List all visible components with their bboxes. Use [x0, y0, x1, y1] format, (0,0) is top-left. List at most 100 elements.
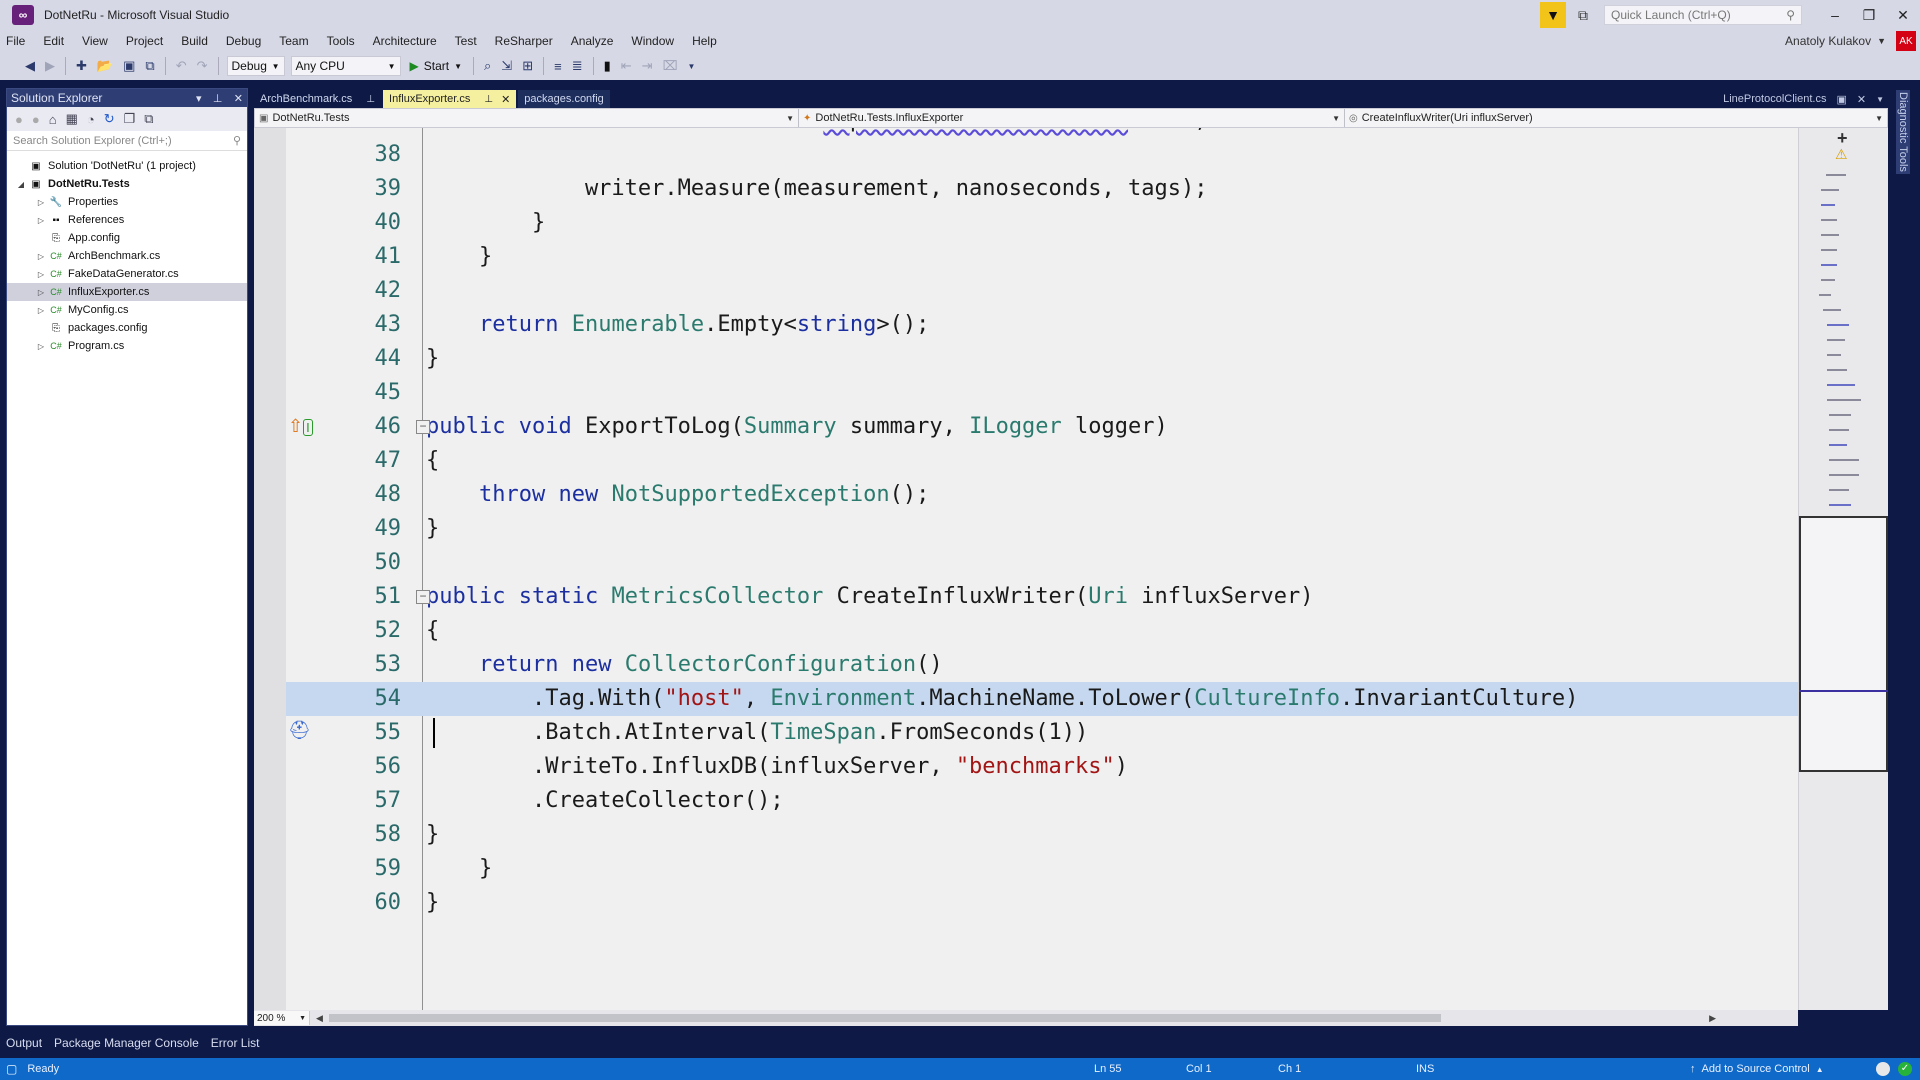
close-button[interactable]: ✕ [1886, 7, 1920, 24]
menu-help[interactable]: Help [683, 34, 726, 48]
previous-bookmark-icon[interactable]: ⇤ [621, 58, 632, 74]
toolbar-overflow-icon[interactable]: ▼ [688, 62, 696, 71]
menu-project[interactable]: Project [117, 34, 172, 48]
tree-item[interactable]: ▷ C# InfluxExporter.cs [7, 283, 247, 301]
scroll-left-icon[interactable]: ◀ [316, 1013, 323, 1024]
user-account[interactable]: Anatoly Kulakov ▼ AK [1785, 30, 1920, 52]
code-line[interactable]: 46 public void ExportToLog(Summary summar… [286, 410, 1798, 444]
horizontal-scroll-thumb[interactable] [328, 1014, 1441, 1022]
solution-platform-select[interactable]: Any CPU ▼ [290, 56, 401, 76]
scroll-right-icon[interactable]: ▶ [1709, 1013, 1716, 1024]
code-line[interactable]: 44} [286, 342, 1798, 376]
code-line[interactable]: 49} [286, 512, 1798, 546]
zoom-level-select[interactable]: 200 % ▼ [254, 1011, 310, 1025]
avatar[interactable]: AK [1896, 31, 1916, 51]
collapsed-arrow-icon[interactable]: ▷ [35, 216, 47, 225]
notifications-icon[interactable] [1876, 1058, 1890, 1080]
horizontal-scrollbar[interactable]: 200 % ▼ ◀ ▶ [254, 1010, 1798, 1026]
collapse-region-icon[interactable]: − [416, 590, 430, 604]
pin-icon[interactable]: ⊥ [484, 94, 493, 105]
tree-item[interactable]: ▷ C# Program.cs [7, 337, 247, 355]
code-line[interactable]: 56 .WriteTo.InfluxDB(influxServer, "benc… [286, 750, 1798, 784]
code-line[interactable]: 52 { [286, 614, 1798, 648]
solution-configuration-select[interactable]: Debug ▼ [226, 56, 285, 76]
collapsed-arrow-icon[interactable]: ▷ [35, 252, 47, 261]
solution-explorer-search-input[interactable]: Search Solution Explorer (Ctrl+;) ⚲ [7, 131, 247, 151]
collapsed-arrow-icon[interactable]: ▷ [35, 198, 47, 207]
tab-package-manager-console[interactable]: Package Manager Console [48, 1036, 205, 1050]
tree-item[interactable]: ▣ Solution 'DotNetRu' (1 project) [7, 157, 247, 175]
check-status-icon[interactable]: ✓ [1898, 1058, 1912, 1080]
menu-view[interactable]: View [73, 34, 117, 48]
code-line[interactable]: 47 { [286, 444, 1798, 478]
forward-icon[interactable]: ● [32, 112, 40, 127]
start-debugging-button[interactable]: ▶ Start ▼ [410, 59, 463, 73]
close-tab-icon[interactable]: ✕ [1857, 93, 1866, 106]
expanded-arrow-icon[interactable]: ◢ [15, 180, 27, 189]
code-line[interactable]: 58} [286, 818, 1798, 852]
solution-tools-icon[interactable]: ⊞ [522, 58, 533, 74]
code-line[interactable]: 39 writer.Measure(measurement, nanosecon… [286, 172, 1798, 206]
add-to-source-control-button[interactable]: ↑ Add to Source Control ▲ [1690, 1058, 1824, 1080]
tab-overflow-icon[interactable]: ▼ [1876, 95, 1884, 104]
navigate-back-icon[interactable]: ◀ [25, 58, 35, 74]
close-icon[interactable]: ✕ [234, 93, 243, 105]
collapsed-arrow-icon[interactable]: ▷ [35, 270, 47, 279]
undo-icon[interactable]: ↶ [176, 58, 187, 74]
tab-error-list[interactable]: Error List [205, 1036, 266, 1050]
menu-analyze[interactable]: Analyze [562, 34, 623, 48]
show-all-files-icon[interactable]: ⧉ [144, 111, 153, 127]
home-icon[interactable]: ⌂ [49, 112, 57, 127]
pin-icon[interactable]: ⊥ [366, 94, 375, 105]
redo-icon[interactable]: ↷ [197, 58, 208, 74]
collapsed-arrow-icon[interactable]: ▷ [35, 288, 47, 297]
tab-influxexporter[interactable]: InfluxExporter.cs ⊥ ✕ [383, 90, 517, 108]
tree-item[interactable]: ▷ C# ArchBenchmark.cs [7, 247, 247, 265]
code-line[interactable]: 41 } [286, 240, 1798, 274]
menu-team[interactable]: Team [270, 34, 317, 48]
tab-archbenchmark[interactable]: ArchBenchmark.cs ⊥ [254, 90, 381, 108]
code-line[interactable]: 57 .CreateCollector(); [286, 784, 1798, 818]
code-line[interactable]: 37 var nanoseconds = report.ResultStatis… [286, 128, 1798, 138]
new-project-icon[interactable]: ✚ [76, 58, 87, 74]
code-line[interactable]: 55 .Batch.AtInterval(TimeSpan.FromSecond… [286, 716, 1798, 750]
tree-item[interactable]: ▷ ▪▪ References [7, 211, 247, 229]
minimize-button[interactable]: – [1818, 7, 1852, 23]
menu-debug[interactable]: Debug [217, 34, 270, 48]
close-tab-icon[interactable]: ✕ [501, 93, 510, 106]
menu-build[interactable]: Build [172, 34, 217, 48]
project-dropdown[interactable]: ▣ DotNetRu.Tests ▼ [255, 109, 799, 127]
quick-launch-input[interactable]: Quick Launch (Ctrl+Q) ⚲ [1604, 5, 1802, 25]
pending-changes-filter-icon[interactable]: ◔ [87, 112, 95, 127]
restore-button[interactable]: ❐ [1852, 7, 1886, 24]
menu-architecture[interactable]: Architecture [364, 34, 446, 48]
tree-item[interactable]: ⎘ App.config [7, 229, 247, 247]
pin-icon[interactable]: ▣ [1836, 93, 1846, 106]
comment-lines-icon[interactable]: ≡ [554, 59, 562, 74]
code-line[interactable]: 53 return new CollectorConfiguration() [286, 648, 1798, 682]
minimap-viewport[interactable] [1799, 516, 1888, 772]
member-dropdown[interactable]: ◎ CreateInfluxWriter(Uri influxServer) ▼ [1345, 109, 1887, 127]
find-in-files-icon[interactable]: ⌕ [484, 58, 491, 74]
code-line[interactable]: 48 throw new NotSupportedException(); [286, 478, 1798, 512]
clear-bookmarks-icon[interactable]: ⌧ [663, 58, 678, 74]
menu-resharper[interactable]: ReSharper [486, 34, 562, 48]
code-line[interactable]: 50 [286, 546, 1798, 580]
code-line[interactable]: 51 public static MetricsCollector CreateI… [286, 580, 1798, 614]
code-line[interactable]: 43 return Enumerable.Empty<string>(); [286, 308, 1798, 342]
code-line[interactable]: 45 [286, 376, 1798, 410]
code-line[interactable]: 38 [286, 138, 1798, 172]
notifications-filter-icon[interactable]: ▼ [1540, 2, 1566, 28]
code-line[interactable]: 54 .Tag.With("host", Environment.Machine… [286, 682, 1798, 716]
tree-item[interactable]: ▷ 🔧 Properties [7, 193, 247, 211]
code-line[interactable]: 60} [286, 886, 1798, 920]
collapse-region-icon[interactable]: − [416, 420, 430, 434]
tree-item[interactable]: ⎘ packages.config [7, 319, 247, 337]
uncomment-lines-icon[interactable]: ≣ [572, 58, 583, 74]
step-into-icon[interactable]: ⇲ [501, 58, 512, 74]
code-line[interactable]: 59 } [286, 852, 1798, 886]
code-line[interactable]: 42 [286, 274, 1798, 308]
tree-item[interactable]: ◢ ▣ DotNetRu.Tests [7, 175, 247, 193]
code-editor[interactable]: 37 var nanoseconds = report.ResultStatis… [254, 128, 1798, 1010]
pin-icon[interactable]: ⊥ [213, 93, 223, 105]
